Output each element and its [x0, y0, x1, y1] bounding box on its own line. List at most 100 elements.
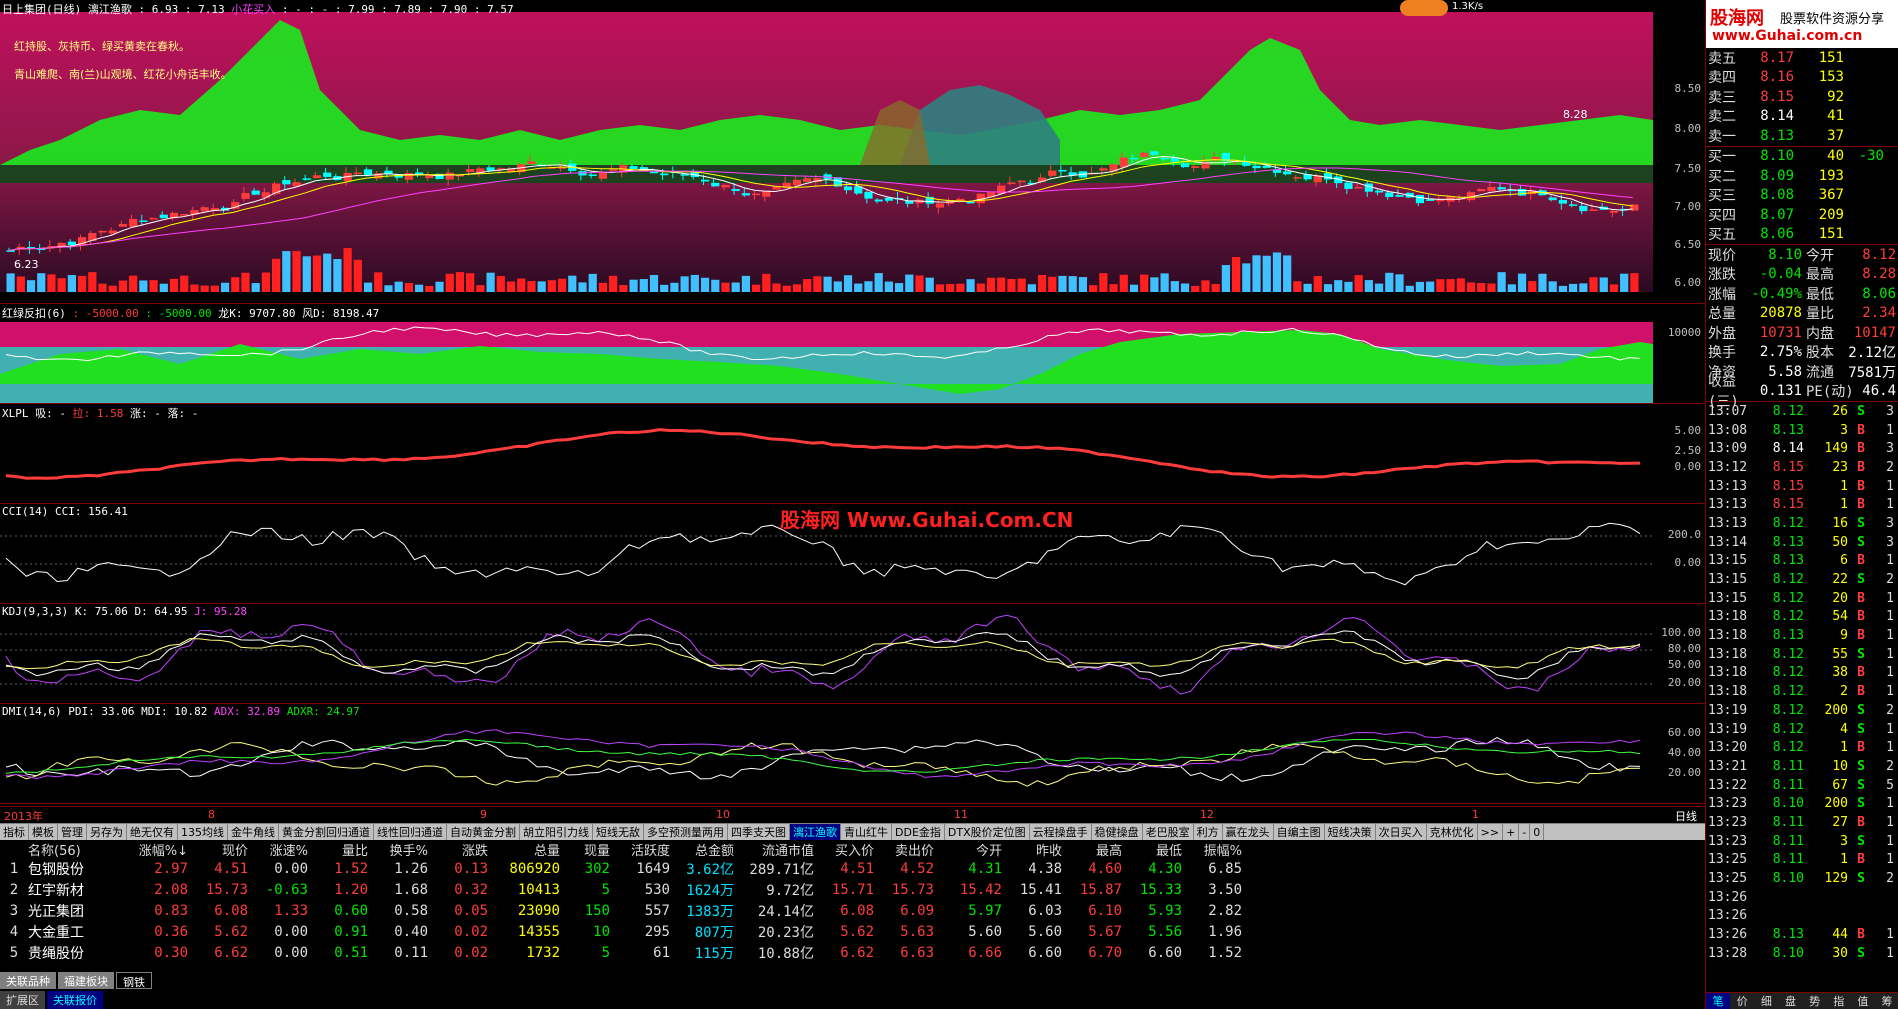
bottom-tab[interactable]: 扩展区 [0, 991, 45, 1009]
tick-price: 8.12 [1772, 702, 1804, 718]
template-tab[interactable]: 多空预测量两用 [644, 824, 728, 840]
template-tab[interactable]: 金牛角线 [228, 824, 279, 840]
date-tick: 1 [1472, 808, 1479, 821]
template-tab[interactable]: 次日买入 [1376, 824, 1427, 840]
bottom-tab-active[interactable]: 关联报价 [47, 991, 103, 1009]
quotes-header-cell[interactable]: 现量 [560, 840, 610, 859]
tab-control-button[interactable]: + [1503, 824, 1520, 840]
quote-row[interactable]: 5 贵绳股份 0.30 6.62 0.00 0.51 0.11 0.02 1732 5 61 115万… [0, 942, 1705, 963]
template-tab[interactable]: 克林优化 [1427, 824, 1478, 840]
quotes-header-cell[interactable]: 买入价 [814, 840, 874, 859]
template-tab[interactable]: 自编主图 [1274, 824, 1325, 840]
volume-bar [220, 282, 230, 292]
tab-control-button[interactable]: 0 [1530, 824, 1545, 840]
template-tab[interactable]: DTX股价定位图 [945, 824, 1030, 840]
candle-body [1048, 170, 1057, 176]
template-tab[interactable]: 赢在龙头 [1223, 824, 1274, 840]
template-tab[interactable]: 四季支天图 [728, 824, 790, 840]
quotes-header-cell[interactable]: 换手% [368, 840, 428, 859]
tick-row: 13:13 8.15 1 B 1 [1706, 477, 1898, 496]
template-tab[interactable]: 135均线 [178, 824, 228, 840]
quote-cell: 6.70 [1088, 944, 1122, 961]
quotes-header-cell[interactable]: 最高 [1062, 840, 1122, 859]
quotes-header-cell[interactable]: 总量 [488, 840, 560, 859]
period-label[interactable]: 日线 [1675, 808, 1697, 824]
tick-time: 13:22 [1708, 777, 1748, 793]
template-tab[interactable]: 老巴股室 [1143, 824, 1194, 840]
template-tab[interactable]: 稳健操盘 [1092, 824, 1143, 840]
quotes-header-cell[interactable]: 名称(56) [28, 840, 128, 859]
right-tab[interactable]: 价 [1730, 993, 1754, 1009]
volume-bar [741, 275, 751, 292]
quote-row[interactable]: 2 红宇新材 2.08 15.73 -0.63 1.20 1.68 0.32 10413 5 530… [0, 879, 1705, 900]
stat-label: 总量 [1708, 306, 1736, 323]
stat-row: 现价 8.10 今开 8.12 [1706, 245, 1898, 265]
quotes-header-cell[interactable]: 今开 [934, 840, 1002, 859]
template-tab[interactable]: 管理 [58, 824, 87, 840]
quotes-header-cell[interactable]: 活跃度 [610, 840, 670, 859]
quotes-header-cell[interactable]: 总金额 [670, 840, 734, 859]
template-tab[interactable]: 短线决策 [1325, 824, 1376, 840]
template-tab[interactable]: 利方 [1194, 824, 1223, 840]
template-tab[interactable]: 短线无敌 [593, 824, 644, 840]
quotes-header-cell[interactable]: 昨收 [1002, 840, 1062, 859]
quotes-header-cell[interactable]: 现价 [188, 840, 248, 859]
tick-row: 13:26 [1706, 888, 1898, 907]
template-tab[interactable]: 绝无仅有 [127, 824, 178, 840]
right-tab[interactable]: 盘 [1778, 993, 1802, 1009]
sector-tab[interactable]: 福建板块 [58, 972, 114, 989]
template-tab[interactable]: 云程操盘手 [1030, 824, 1092, 840]
quotes-header-cell[interactable]: 卖出价 [874, 840, 934, 859]
right-info-panel: 股海网 股票软件资源分享 www.Guhai.com.cn 卖五 8.17 151 卖… [1705, 0, 1898, 1009]
quotes-header-cell[interactable]: 量比 [308, 840, 368, 859]
right-tab[interactable]: 势 [1803, 993, 1827, 1009]
stat-label: 流通 [1806, 364, 1834, 381]
template-tab[interactable]: 青山红牛 [841, 824, 892, 840]
tab-control-button[interactable]: - [1519, 824, 1531, 840]
quotes-header-cell[interactable]: 涨幅%↓ [128, 840, 188, 859]
template-tab[interactable]: 黄金分割回归通道 [279, 824, 374, 840]
sector-tab[interactable]: 关联品种 [0, 972, 56, 989]
candle-body [282, 180, 291, 185]
template-tab[interactable]: 漓江渔歌 [790, 824, 841, 840]
tick-count: 1 [1886, 945, 1894, 961]
right-tab[interactable]: 筹 [1875, 993, 1898, 1009]
volume-bar [1354, 275, 1363, 292]
quotes-header-cell[interactable]: 最低 [1122, 840, 1182, 859]
quote-cell: 0.51 [334, 944, 368, 961]
template-tab[interactable]: DDE金指 [892, 824, 945, 840]
template-tab[interactable]: 另存为 [87, 824, 127, 840]
quotes-header-cell[interactable]: 涨速% [248, 840, 308, 859]
quote-row[interactable]: 3 光正集团 0.83 6.08 1.33 0.60 0.58 0.05 23090 150 557… [0, 900, 1705, 921]
template-tab[interactable]: 模板 [29, 824, 58, 840]
sector-tab-active[interactable]: 钢铁 [116, 972, 152, 989]
indicator-panel-dmi[interactable]: DMI(14,6) PDI: 33.06 MDI: 10.82 ADX: 32.… [0, 704, 1705, 804]
candle-body [1395, 195, 1404, 197]
quote-row[interactable]: 4 大金重工 0.36 5.62 0.00 0.91 0.40 0.02 14355 10 295 8… [0, 921, 1705, 942]
tick-time: 13:07 [1708, 403, 1748, 419]
right-tab[interactable]: 笔 [1706, 993, 1731, 1009]
indicator-panel-cci[interactable]: 股海网 Www.Guhai.Com.CN CCI(14) CCI: 156.41… [0, 504, 1705, 604]
tab-control-button[interactable]: >> [1478, 824, 1504, 840]
tick-list[interactable]: 13:07 8.12 26 S 3 13:08 8.13 3 B 1 13:09 8.14 149 B 3 1… [1706, 402, 1898, 982]
right-tab[interactable]: 细 [1754, 993, 1778, 1009]
template-tab[interactable]: 自动黄金分割 [447, 824, 520, 840]
quotes-header-cell[interactable]: 流通市值 [734, 840, 814, 859]
template-tab[interactable]: 指标 [0, 824, 29, 840]
quote-cell: 0.00 [274, 860, 308, 877]
quote-cell: 115万 [694, 945, 734, 962]
indicator-panel-hlfk[interactable]: 红绿反扣(6) : -5000.00 : -5000.00 龙K: 9707.8… [0, 304, 1705, 404]
quotes-header-cell[interactable]: 涨跌 [428, 840, 488, 859]
quotes-table[interactable]: 名称(56) 涨幅%↓ 现价 涨速% 量比 换手% 涨跌 总量 现量 活跃度 总金额 流通市值 买入价卖… [0, 840, 1705, 972]
tick-time: 13:20 [1708, 740, 1748, 756]
template-tab[interactable]: 胡立阳引力线 [520, 824, 593, 840]
volume-bar [1109, 284, 1118, 292]
main-kline-panel[interactable]: 日上集团(日线) 漓江渔歌 : 6.93 : 7.13 小花买入 : - : -… [0, 0, 1705, 304]
indicator-panel-xlpl[interactable]: XLPL 吸: - 拉: 1.58 涨: - 落: - 5.00 2.50 0.… [0, 404, 1705, 504]
indicator-panel-kdj[interactable]: KDJ(9,3,3) K: 75.06 D: 64.95 J: 95.28 10… [0, 604, 1705, 704]
quote-row[interactable]: 1 包钢股份 2.97 4.51 0.00 1.52 1.26 0.13 806920 302 16… [0, 858, 1705, 879]
right-tab[interactable]: 指 [1827, 993, 1851, 1009]
quotes-header-cell[interactable]: 振幅% [1182, 840, 1242, 859]
template-tab[interactable]: 线性回归通道 [374, 824, 447, 840]
right-tab[interactable]: 值 [1851, 993, 1875, 1009]
